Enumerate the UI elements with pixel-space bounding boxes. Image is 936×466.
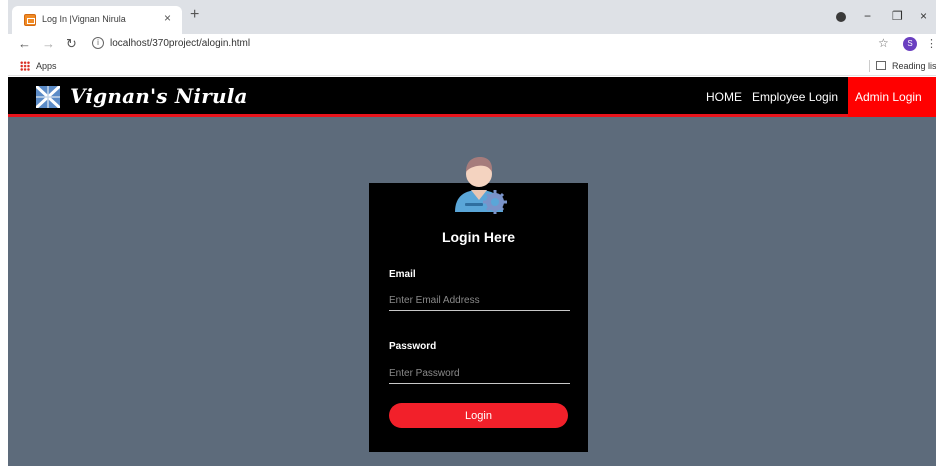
login-card: Login Here Email Password Login <box>369 183 588 452</box>
browser-window: Log In |Vignan Nirula × + − ❐ × ← → ↻ i … <box>8 0 936 466</box>
password-field[interactable] <box>389 364 570 384</box>
email-label: Email <box>389 269 416 280</box>
apps-bookmark[interactable]: Apps <box>36 61 57 71</box>
email-field[interactable] <box>389 291 570 311</box>
site-navbar: Vignan's Nirula HOME Employee Login Admi… <box>8 77 936 117</box>
admin-user-icon <box>455 157 507 214</box>
login-button[interactable]: Login <box>389 403 568 428</box>
forward-icon[interactable]: → <box>42 37 55 51</box>
profile-avatar[interactable]: S <box>903 37 917 51</box>
brand-name[interactable]: Vignan's Nirula <box>70 84 248 108</box>
tab-title: Log In |Vignan Nirula <box>42 14 126 24</box>
minimize-button[interactable]: − <box>864 9 871 23</box>
reading-list-icon[interactable] <box>876 61 886 70</box>
bookmarks-divider <box>869 60 870 72</box>
reload-icon[interactable]: ↻ <box>66 37 77 51</box>
close-tab-icon[interactable]: × <box>164 11 171 25</box>
brand-logo-icon <box>36 86 60 108</box>
back-icon[interactable]: ← <box>18 37 31 51</box>
info-icon[interactable]: i <box>92 37 104 49</box>
bookmarks-bar: Apps Reading list <box>8 56 936 76</box>
menu-icon[interactable]: ⋮ <box>926 37 936 50</box>
address-bar[interactable]: localhost/370project/alogin.html <box>110 38 250 49</box>
nav-home-link[interactable]: HOME <box>706 90 742 104</box>
site-favicon-icon <box>24 14 36 26</box>
media-record-icon[interactable] <box>836 12 846 22</box>
close-window-button[interactable]: × <box>920 9 927 23</box>
apps-icon[interactable] <box>20 61 30 71</box>
browser-toolbar: ← → ↻ i localhost/370project/alogin.html… <box>8 34 936 56</box>
password-label: Password <box>389 341 437 352</box>
new-tab-button[interactable]: + <box>190 7 199 23</box>
tab-strip: Log In |Vignan Nirula × + − ❐ × <box>8 0 936 34</box>
login-title: Login Here <box>441 229 516 245</box>
nav-admin-login-link[interactable]: Admin Login <box>848 77 936 117</box>
restore-button[interactable]: ❐ <box>892 9 903 23</box>
browser-tab[interactable]: Log In |Vignan Nirula × <box>12 6 182 34</box>
reading-list-button[interactable]: Reading list <box>892 61 936 71</box>
star-icon[interactable]: ☆ <box>878 36 889 50</box>
nav-admin-login-label: Admin Login <box>855 90 922 104</box>
page-content: Vignan's Nirula HOME Employee Login Admi… <box>8 77 936 466</box>
nav-employee-login-link[interactable]: Employee Login <box>752 90 838 104</box>
